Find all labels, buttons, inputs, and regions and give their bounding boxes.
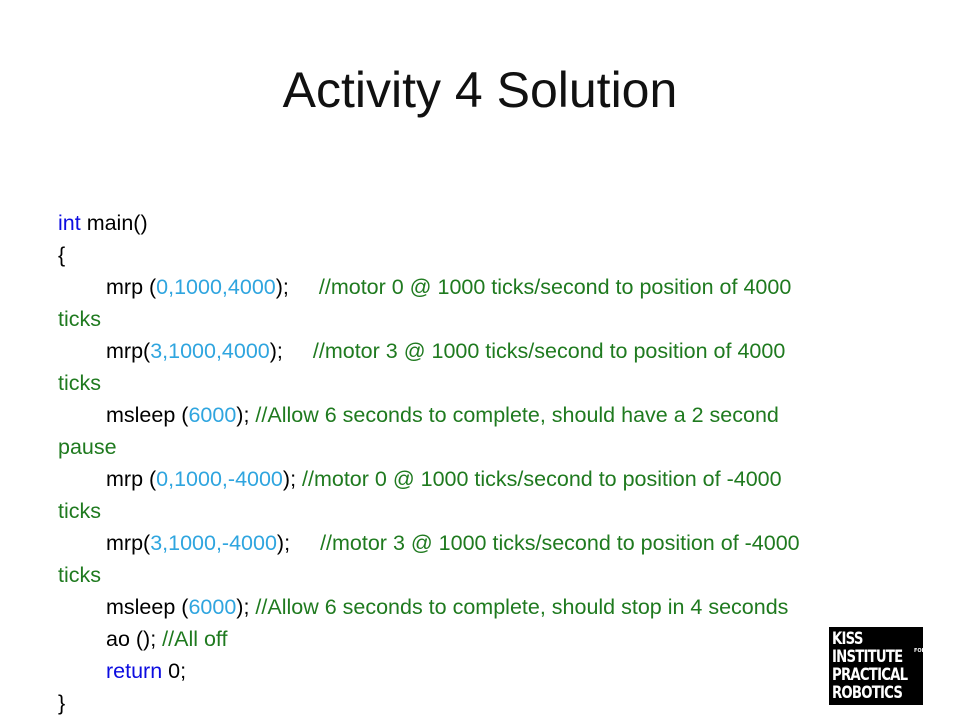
code-text: mrp ( — [106, 467, 157, 491]
code-text: ); — [276, 531, 291, 555]
code-comment: pause — [58, 435, 117, 459]
logo-text: INSTITUTE — [832, 647, 903, 667]
code-line: } — [58, 687, 918, 719]
code-comment: //Allow 6 seconds to complete, should ha… — [255, 403, 779, 427]
code-comment: ticks — [58, 499, 101, 523]
code-text: ); — [269, 339, 283, 363]
code-text: msleep ( — [106, 595, 189, 619]
logo-text: FOR — [914, 648, 926, 654]
code-comment: //motor 3 @ 1000 ticks/second to positio… — [320, 531, 800, 555]
kiss-institute-logo: KISS INSTITUTE FOR PRACTICAL ROBOTICS — [829, 627, 926, 705]
code-text: } — [58, 691, 66, 715]
code-line: int main() — [58, 207, 918, 239]
code-line: pause — [58, 431, 918, 463]
code-line: ticks — [58, 559, 918, 591]
code-text: { — [58, 243, 66, 267]
code-number: 6000 — [188, 595, 237, 619]
code-line: return 0; — [58, 655, 918, 687]
code-line: ticks — [58, 303, 918, 335]
code-line: msleep (6000); //Allow 6 seconds to comp… — [58, 399, 918, 431]
code-text: mrp( — [106, 339, 151, 363]
code-line: msleep (6000); //Allow 6 seconds to comp… — [58, 591, 918, 623]
code-comment: //motor 0 @ 1000 ticks/second to positio… — [302, 467, 782, 491]
code-comment: ticks — [58, 563, 101, 587]
code-line: mrp(3,1000,-4000); //motor 3 @ 1000 ticks… — [58, 527, 918, 559]
code-line: { — [58, 239, 918, 271]
code-text: ao (); — [106, 627, 163, 651]
code-comment: //motor 0 @ 1000 ticks/second to positio… — [318, 275, 792, 299]
code-text: msleep ( — [106, 403, 189, 427]
logo-text: PRACTICAL — [832, 665, 908, 685]
code-text: 0; — [162, 659, 187, 683]
code-number: 6000 — [188, 403, 237, 427]
code-text: ); — [236, 403, 256, 427]
logo-text: ROBOTICS — [832, 683, 903, 703]
code-text: mrp( — [106, 531, 151, 555]
code-text: main() — [80, 211, 148, 235]
code-line: ao (); //All off — [58, 623, 918, 655]
code-number: 0,1000,4000 — [156, 275, 276, 299]
code-comment: //All off — [162, 627, 228, 651]
code-line: mrp (0,1000,-4000); //motor 0 @ 1000 tic… — [58, 463, 918, 495]
keyword: int — [58, 211, 81, 235]
code-comment: ticks — [58, 371, 101, 395]
code-line: mrp (0,1000,4000); //motor 0 @ 1000 ticks… — [58, 271, 918, 303]
code-line: mrp(3,1000,4000); //motor 3 @ 1000 ticks/… — [58, 335, 918, 367]
slide: Activity 4 Solution int main() { mrp (0,… — [0, 0, 960, 720]
code-block: int main() { mrp (0,1000,4000);//motor 0… — [58, 207, 918, 719]
code-text: ); — [282, 467, 303, 491]
code-text: ); — [275, 275, 289, 299]
slide-title: Activity 4 Solution — [282, 62, 678, 118]
code-number: 0,1000,-4000 — [156, 467, 283, 491]
code-number: 3,1000,-4000 — [150, 531, 277, 555]
code-comment: ticks — [58, 307, 101, 331]
code-number: 3,1000,4000 — [150, 339, 270, 363]
logo-text: KISS — [832, 629, 863, 649]
code-line: ticks — [58, 367, 918, 399]
code-comment: //Allow 6 seconds to complete, should st… — [255, 595, 789, 619]
code-comment: //motor 3 @ 1000 ticks/second to positio… — [312, 339, 786, 363]
keyword: return — [106, 659, 163, 683]
code-text: ); — [236, 595, 256, 619]
code-line: ticks — [58, 495, 918, 527]
code-text: mrp ( — [106, 275, 157, 299]
